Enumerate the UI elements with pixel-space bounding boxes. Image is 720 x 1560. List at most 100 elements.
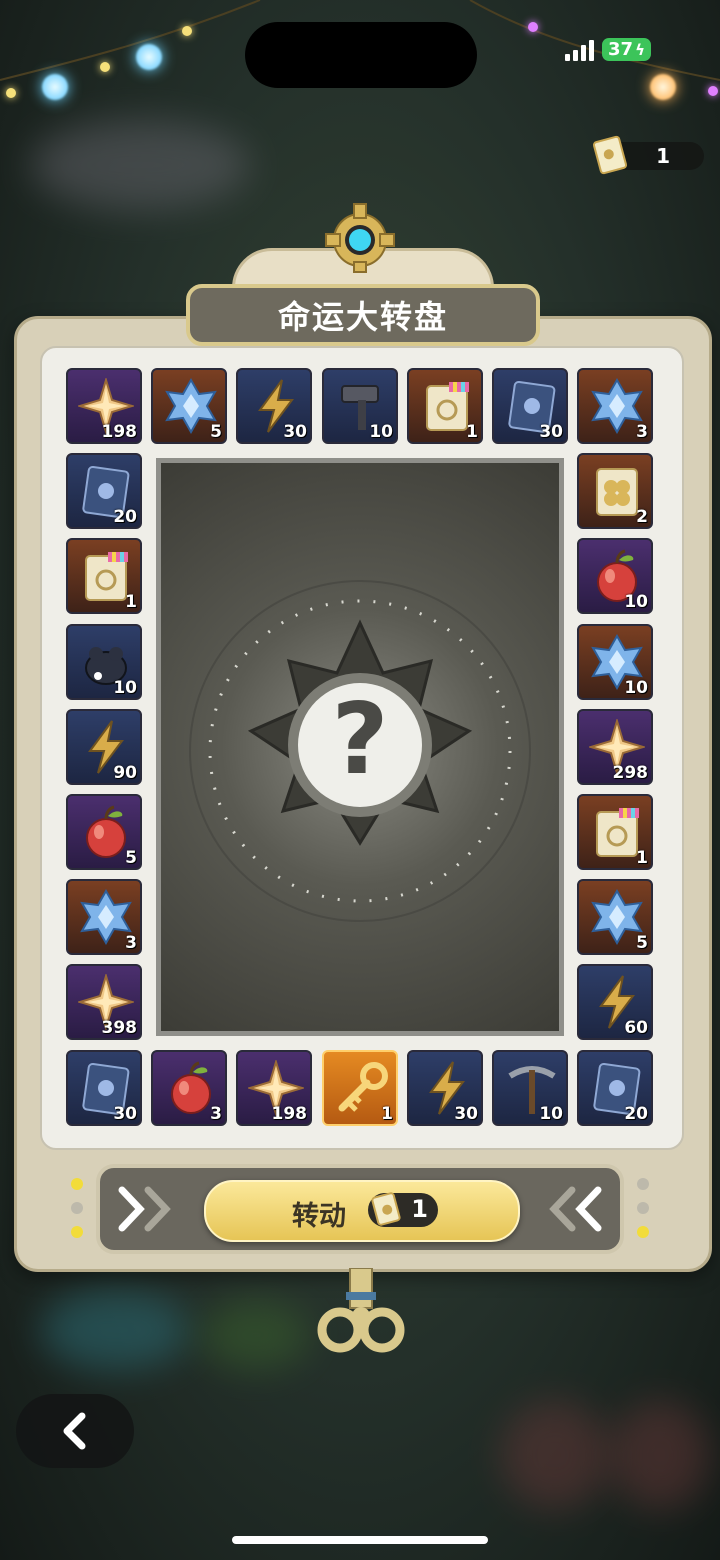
bg-blur [40, 1290, 190, 1370]
battery-icon: 37 ϟ [602, 38, 651, 61]
reward-quantity: 3 [125, 933, 137, 953]
light-bulb-icon [6, 88, 16, 98]
reward-quantity: 10 [624, 678, 648, 698]
ticket-balance: 1 [592, 134, 704, 176]
reward-slot: 3 [577, 368, 653, 444]
reward-slot: 198 [66, 368, 142, 444]
mystery-panel: ? [156, 458, 564, 1036]
light-bulb-icon [528, 22, 538, 32]
battery-level: 37 [608, 39, 634, 60]
reward-quantity: 60 [624, 1018, 648, 1038]
reward-slot: 10 [492, 1050, 568, 1126]
reward-quantity: 198 [271, 1104, 308, 1124]
lottery-ticket-icon [370, 1191, 402, 1227]
light-bulb-icon [708, 86, 718, 96]
gear-gem-icon [325, 203, 395, 273]
reward-slot: 3 [66, 879, 142, 955]
reward-slot: 30 [492, 368, 568, 444]
chevron-left-icon [63, 1412, 86, 1450]
back-button[interactable] [16, 1394, 134, 1468]
reward-quantity: 30 [454, 1104, 478, 1124]
reward-slot: 30 [66, 1050, 142, 1126]
reward-slot: 5 [66, 794, 142, 870]
camera-notch [245, 22, 477, 88]
indicator-dot-off [637, 1178, 649, 1190]
indicator-dot-on [71, 1226, 83, 1238]
reward-quantity: 398 [101, 1018, 138, 1038]
light-bulb-icon [650, 74, 676, 100]
reward-quantity: 3 [210, 1104, 222, 1124]
reward-quantity: 20 [113, 507, 137, 527]
indicator-dot-off [71, 1202, 83, 1214]
charging-bolt-icon: ϟ [635, 40, 645, 59]
reward-quantity: 1 [381, 1104, 393, 1124]
reward-quantity: 1 [636, 848, 648, 868]
reward-quantity: 198 [101, 422, 138, 442]
reward-slot: 5 [151, 368, 227, 444]
reward-quantity: 5 [125, 848, 137, 868]
reward-slot: 1 [322, 1050, 398, 1126]
reward-slot: 10 [322, 368, 398, 444]
ticket-balance-count: 1 [656, 144, 670, 168]
light-bulb-icon [136, 44, 162, 70]
reward-quantity: 10 [624, 592, 648, 612]
reward-quantity: 5 [636, 933, 648, 953]
reward-quantity: 1 [466, 422, 478, 442]
spin-cost: 1 [368, 1191, 438, 1227]
reward-slot: 198 [236, 1050, 312, 1126]
reward-quantity: 30 [113, 1104, 137, 1124]
reward-slot: 3 [151, 1050, 227, 1126]
reward-slot: 20 [66, 453, 142, 529]
spin-cost-count: 1 [411, 1195, 428, 1223]
reward-slot: 1 [407, 368, 483, 444]
reward-quantity: 3 [636, 422, 648, 442]
indicator-dot-off [637, 1202, 649, 1214]
spin-button[interactable]: 转动 1 [204, 1180, 520, 1242]
reward-quantity: 10 [369, 422, 393, 442]
reward-slot: 1 [66, 538, 142, 614]
reward-quantity: 30 [539, 422, 563, 442]
reward-quantity: 2 [636, 507, 648, 527]
lottery-ticket-icon [592, 134, 628, 176]
reward-quantity: 10 [539, 1104, 563, 1124]
bg-blur [500, 1400, 610, 1510]
reward-slot: 298 [577, 709, 653, 785]
indicator-dot-on [71, 1178, 83, 1190]
home-indicator[interactable] [232, 1536, 488, 1544]
chevron-left-icon [549, 1186, 602, 1232]
signal-icon [565, 39, 594, 61]
key-pendant-icon [317, 1268, 405, 1353]
chevron-right-icon [118, 1186, 171, 1232]
reward-slot: 90 [66, 709, 142, 785]
reward-slot: 10 [66, 624, 142, 700]
reward-slot: 2 [577, 453, 653, 529]
reward-quantity: 298 [612, 763, 649, 783]
light-bulb-icon [42, 74, 68, 100]
reward-slot: 30 [407, 1050, 483, 1126]
reward-quantity: 90 [113, 763, 137, 783]
reward-quantity: 20 [624, 1104, 648, 1124]
mystery-question-mark: ? [331, 683, 389, 797]
reward-quantity: 30 [283, 422, 307, 442]
reward-slot: 10 [577, 538, 653, 614]
status-bar: 37 ϟ [565, 38, 651, 61]
reward-slot: 10 [577, 624, 653, 700]
light-bulb-icon [100, 62, 110, 72]
light-bulb-icon [182, 26, 192, 36]
reward-slot: 20 [577, 1050, 653, 1126]
reward-quantity: 5 [210, 422, 222, 442]
reward-quantity: 1 [125, 592, 137, 612]
reward-quantity: 10 [113, 678, 137, 698]
page-title: 命运大转盘 [277, 298, 448, 336]
bg-blur [200, 1300, 310, 1370]
reward-slot: 30 [236, 368, 312, 444]
reward-slot: 5 [577, 879, 653, 955]
bg-blur [30, 120, 250, 210]
spin-button-label: 转动 [292, 1201, 346, 1232]
title-plate: 命运大转盘 [186, 284, 540, 346]
bg-blur [610, 1400, 710, 1510]
indicator-dot-on [637, 1226, 649, 1238]
reward-slot: 1 [577, 794, 653, 870]
reward-slot: 398 [66, 964, 142, 1040]
reward-slot: 60 [577, 964, 653, 1040]
